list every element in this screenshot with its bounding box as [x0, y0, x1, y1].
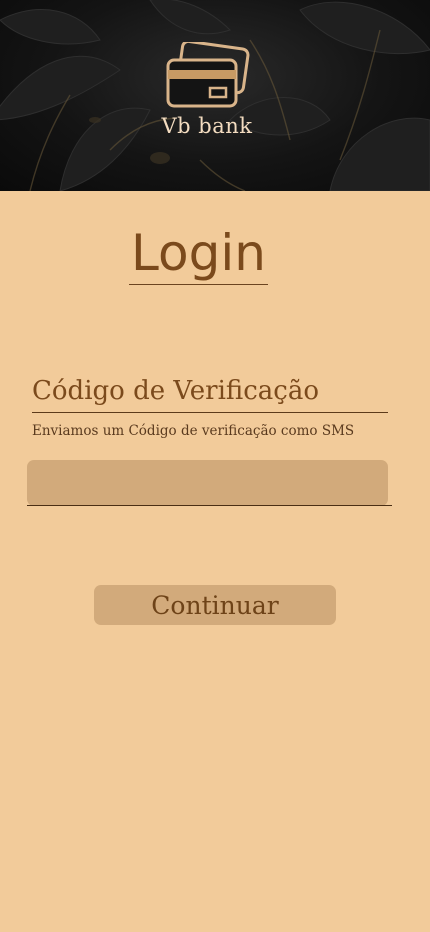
- page-title: Login: [129, 222, 268, 285]
- verification-description: Enviamos um Código de verificação como S…: [32, 423, 355, 439]
- verification-title: Código de Verificação: [32, 372, 388, 413]
- continue-button[interactable]: Continuar: [94, 585, 336, 625]
- header-banner: Vb bank: [0, 0, 430, 191]
- verification-code-input[interactable]: [27, 460, 388, 506]
- credit-cards-icon: [166, 42, 250, 108]
- brand-name: Vb bank: [161, 114, 253, 138]
- input-underline: [27, 505, 392, 506]
